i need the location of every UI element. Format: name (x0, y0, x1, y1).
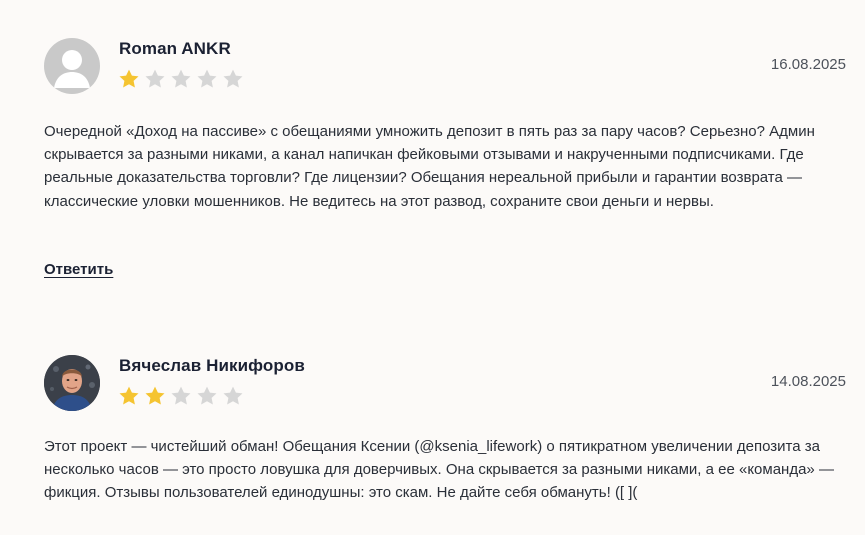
user-photo-icon (44, 355, 100, 411)
reply-link[interactable]: Ответить (44, 261, 113, 278)
avatar (44, 355, 100, 411)
review-text: Этот проект — чистейший обман! Обещания … (44, 438, 834, 502)
star-rating (118, 385, 244, 407)
review-author: Roman ANKR (119, 39, 231, 58)
star-empty-icon (171, 69, 191, 88)
review-text: Очередной «Доход на пассиве» с обещаниям… (44, 123, 815, 210)
avatar (44, 38, 100, 94)
star-empty-icon (197, 69, 217, 88)
review-date: 16.08.2025 (770, 56, 846, 73)
review-item: Roman ANKR 16.08.2025 Очередной «Доход н… (44, 38, 846, 278)
star-empty-icon (223, 69, 243, 88)
user-placeholder-icon (54, 50, 90, 88)
star-empty-icon (223, 386, 243, 405)
review-date: 14.08.2025 (770, 373, 846, 390)
review-author: Вячеслав Никифоров (119, 356, 305, 375)
star-empty-icon (197, 386, 217, 405)
star-filled-icon (119, 386, 139, 405)
star-filled-icon (119, 69, 139, 88)
review-item: Вячеслав Никифоров 14.08.2025 Этот проек… (44, 355, 846, 501)
star-rating (118, 68, 244, 90)
review-header: Вячеслав Никифоров 14.08.2025 (44, 355, 846, 411)
star-empty-icon (145, 69, 165, 88)
star-empty-icon (171, 386, 191, 405)
star-filled-icon (145, 386, 165, 405)
review-header: Roman ANKR 16.08.2025 (44, 38, 846, 94)
